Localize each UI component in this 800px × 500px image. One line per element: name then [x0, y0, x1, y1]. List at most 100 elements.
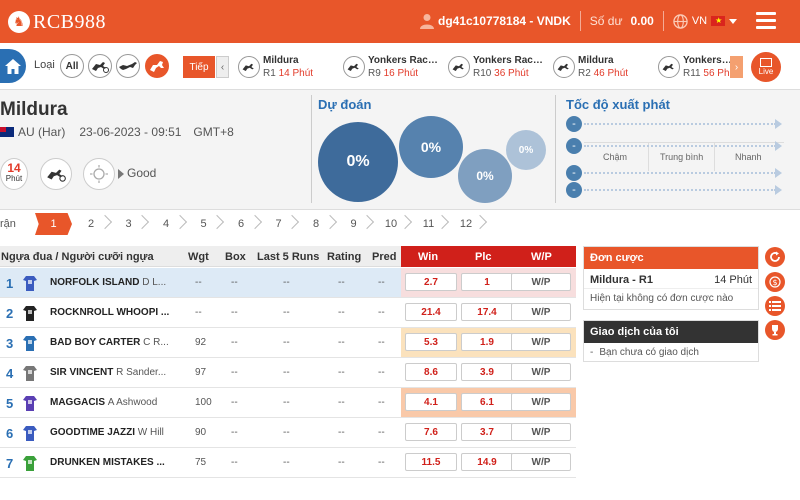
results-button[interactable] [765, 320, 785, 340]
runner-number: 1 [6, 276, 14, 291]
horse-name[interactable]: DRUNKEN MISTAKES ... [50, 457, 165, 468]
next-races-button[interactable]: Tiếp [183, 56, 215, 78]
win-odds-button[interactable]: 11.5 [405, 453, 457, 471]
home-button[interactable] [0, 49, 26, 83]
username-sep: - [526, 14, 537, 28]
chevron-right-icon[interactable]: › [730, 56, 743, 78]
race-tab-race: R2 [578, 68, 591, 79]
race-tab[interactable]: Yonkers Raceway R9 16 Phút [343, 49, 443, 85]
filter-all-button[interactable]: All [60, 54, 84, 78]
jockey-silk-icon [23, 456, 37, 471]
race-number-10[interactable]: 10 [373, 213, 410, 235]
race-tab-name: Yonkers Raceway [683, 55, 733, 66]
svg-text:$: $ [772, 278, 777, 287]
track-condition: Good [127, 166, 157, 180]
race-number-8[interactable]: 8 [298, 213, 335, 235]
horse-name-text: MAGGACIS [50, 397, 105, 408]
race-tab[interactable]: Yonkers Raceway R10 36 Phút [448, 49, 548, 85]
divider [579, 11, 581, 31]
speed-track: - [566, 116, 784, 132]
win-odds-button[interactable]: 4.1 [405, 393, 457, 411]
race-number-12[interactable]: 12 [448, 213, 485, 235]
horse-name[interactable]: GOODTIME JAZZI W Hill [50, 427, 164, 438]
table-row[interactable]: 6 GOODTIME JAZZI W Hill 90 -- -- -- -- 7.6 3.7 W/… [0, 418, 576, 448]
win-odds-button[interactable]: 5.3 [405, 333, 457, 351]
place-odds-button[interactable]: 14.9 [461, 453, 513, 471]
win-place-button[interactable]: W/P [511, 363, 571, 381]
live-label: Live [758, 67, 774, 76]
win-place-button[interactable]: W/P [511, 333, 571, 351]
race-number-6[interactable]: 6 [223, 213, 260, 235]
win-place-button[interactable]: W/P [511, 423, 571, 441]
top-bar: ♞ RCB988 dg41c10778184 - VNDK Số dư 0.00… [0, 0, 800, 43]
refresh-button[interactable] [765, 247, 785, 267]
win-place-button[interactable]: W/P [511, 453, 571, 471]
race-number-4[interactable]: 4 [148, 213, 185, 235]
win-place-button[interactable]: W/P [511, 303, 571, 321]
harness-horse-icon [40, 158, 72, 190]
race-number-2[interactable]: 2 [73, 213, 110, 235]
box-cell: -- [231, 277, 238, 288]
jockey-name: W Hill [137, 427, 164, 438]
win-odds-button[interactable]: 21.4 [405, 303, 457, 321]
horse-name[interactable]: SIR VINCENT R Sander... [50, 367, 166, 378]
race-number-1[interactable]: 1 [35, 213, 72, 235]
table-row[interactable]: 5 MAGGACIS A Ashwood 100 -- -- -- -- 4.1 6.1 W/P [0, 388, 576, 418]
win-odds-button[interactable]: 8.6 [405, 363, 457, 381]
harness-horse-icon [448, 56, 470, 78]
place-odds-button[interactable]: 17.4 [461, 303, 513, 321]
place-odds-button[interactable]: 3.9 [461, 363, 513, 381]
place-odds-button[interactable]: 3.7 [461, 423, 513, 441]
chevron-left-icon[interactable]: ‹ [216, 56, 229, 78]
table-row[interactable]: 4 SIR VINCENT R Sander... 97 -- -- -- -- 8.6 3.9… [0, 358, 576, 388]
hamburger-menu-icon[interactable] [756, 12, 776, 30]
countdown-unit: Phút [5, 174, 23, 183]
bet-history-button[interactable]: $ [765, 272, 785, 292]
jockey-name: D L... [142, 277, 167, 288]
table-row[interactable]: 3 BAD BOY CARTER C R... 92 -- -- -- -- 5.3 1.9 W/… [0, 328, 576, 358]
tv-icon [760, 58, 772, 67]
language-selector[interactable]: VN ★ [673, 13, 738, 29]
race-tab-time: 36 Phút [494, 68, 529, 79]
win-place-button[interactable]: W/P [511, 393, 571, 411]
race-number-3[interactable]: 3 [110, 213, 147, 235]
rating-cell: -- [338, 307, 345, 318]
harness-horse-icon [343, 56, 365, 78]
race-number-5[interactable]: 5 [185, 213, 222, 235]
list-button[interactable] [765, 296, 785, 316]
filter-harness-button[interactable] [88, 54, 112, 78]
rating-cell: -- [338, 367, 345, 378]
horse-name-text: GOODTIME JAZZI [50, 427, 135, 438]
race-tab[interactable]: Yonkers RacewayR11 56 Phút [658, 49, 738, 85]
filter-horse-button[interactable] [145, 54, 169, 78]
horse-name[interactable]: BAD BOY CARTER C R... [50, 337, 169, 348]
race-tab[interactable]: Mildura R1 14 Phút [238, 49, 338, 85]
col-weight: Wgt [188, 251, 209, 263]
race-tab-race: R10 [473, 68, 492, 79]
race-number-11[interactable]: 11 [410, 213, 447, 235]
horse-name[interactable]: NORFOLK ISLAND D L... [50, 277, 166, 288]
win-place-button[interactable]: W/P [511, 273, 571, 291]
refresh-icon [770, 251, 780, 262]
win-odds-button[interactable]: 2.7 [405, 273, 457, 291]
win-odds-button[interactable]: 7.6 [405, 423, 457, 441]
place-odds-button[interactable]: 1.9 [461, 333, 513, 351]
horse-name[interactable]: MAGGACIS A Ashwood [50, 397, 157, 408]
username[interactable]: dg41c10778184 [438, 14, 526, 28]
race-number-9[interactable]: 9 [335, 213, 372, 235]
place-odds-button[interactable]: 6.1 [461, 393, 513, 411]
table-row[interactable]: 7 DRUNKEN MISTAKES ... 75 -- -- -- -- 11.5 14.9… [0, 448, 576, 478]
speed-track: - [566, 138, 784, 154]
horse-name[interactable]: ROCKNROLL WHOOPI ... [50, 307, 169, 318]
betslip-race: Mildura - R1 [590, 274, 653, 286]
table-row[interactable]: 1 NORFOLK ISLAND D L... -- -- -- -- -- 2.7 1 W/P [0, 268, 576, 298]
race-number-7[interactable]: 7 [260, 213, 297, 235]
live-button[interactable]: Live [751, 52, 781, 82]
logo[interactable]: ♞ RCB988 [8, 9, 106, 35]
race-info-panel: Mildura AU (Har) 23-06-2023 - 09:51 GMT+… [0, 90, 800, 210]
table-row[interactable]: 2 ROCKNROLL WHOOPI ... -- -- -- -- -- 21.4 17.4… [0, 298, 576, 328]
race-tab[interactable]: Mildura R2 46 Phút [553, 49, 653, 85]
filter-greyhound-button[interactable] [116, 54, 140, 78]
place-odds-button[interactable]: 1 [461, 273, 513, 291]
race-timezone: GMT+8 [193, 125, 234, 139]
